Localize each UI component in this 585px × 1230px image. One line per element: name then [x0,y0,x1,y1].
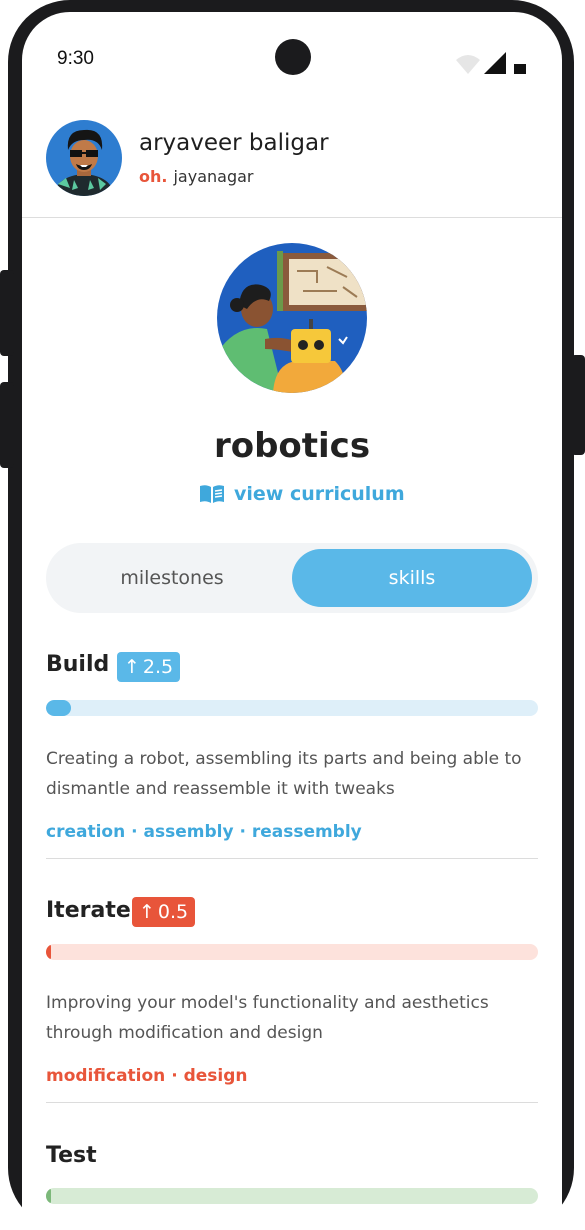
power-button [571,355,585,455]
battery-icon [514,64,526,74]
course-illustration [217,243,367,393]
book-icon [200,485,224,503]
skill-delta-badge: ↑ 0.5 [132,897,196,927]
skill-tags: creation · assembly · reassembly [46,822,362,842]
skill-description: Improving your model's functionality and… [46,993,489,1043]
tab-milestones[interactable]: milestones [52,549,292,607]
brand-logo: oh. [139,167,168,186]
app-screen: 9:30 aryaveer baligar oh. jayanagar robo… [22,12,562,1230]
skill-tags: modification · design [46,1066,248,1086]
view-curriculum-link[interactable]: view curriculum [198,480,405,508]
skill-delta-value: 2.5 [142,656,174,678]
location-name: jayanagar [173,167,254,186]
skill-progress-track [46,944,538,960]
header-divider [22,217,562,218]
tab-skills[interactable]: skills [292,549,532,607]
skill-title-test: Test [46,1143,97,1168]
status-time: 9:30 [57,48,94,69]
skill-progress-track [46,1188,538,1204]
skill-divider [46,858,538,859]
wifi-icon [456,55,480,74]
user-location: oh. jayanagar [139,167,253,186]
skill-progress-fill [46,944,51,960]
volume-down-button [0,382,14,468]
skill-description: Creating a robot, assembling its parts a… [46,749,522,799]
skill-divider [46,1102,538,1103]
curriculum-label: view curriculum [234,483,405,505]
course-title: robotics [213,426,371,466]
skill-progress-track [46,700,538,716]
front-camera [275,39,311,75]
skill-progress-fill [46,1188,51,1204]
user-name: aryaveer baligar [139,130,329,156]
volume-up-button [0,270,14,356]
status-icons [456,52,526,74]
avatar[interactable] [46,120,122,196]
signal-icon [484,52,506,74]
skill-progress-fill [46,700,71,716]
tab-switcher: milestones skills [46,543,538,613]
skill-title-build: Build [46,652,110,677]
skill-delta-value: 0.5 [157,901,189,923]
arrow-up-icon: ↑ [124,656,140,678]
skill-delta-badge: ↑ 2.5 [117,652,181,682]
skill-title-iterate: Iterate [46,898,131,923]
arrow-up-icon: ↑ [139,901,155,923]
